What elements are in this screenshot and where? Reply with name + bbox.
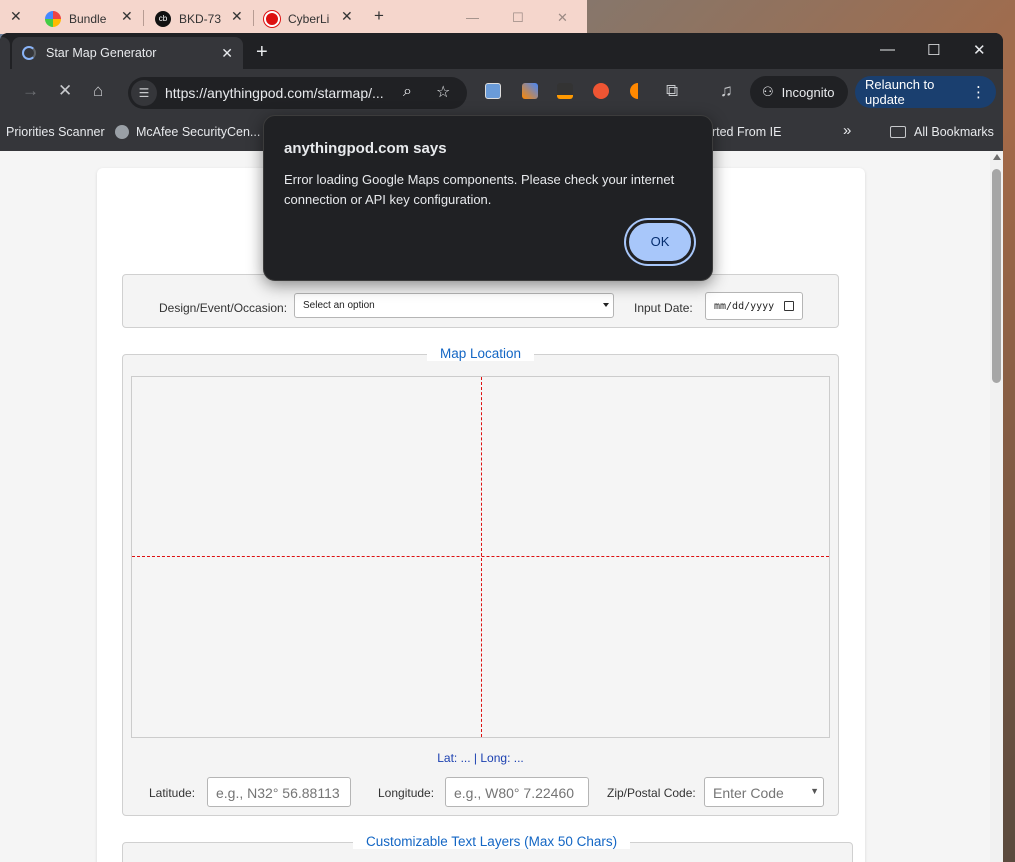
address-bar[interactable]: ☰ https://anythingpod.com/starmap/...: [128, 77, 467, 109]
date-placeholder: mm/dd/yyyy: [714, 301, 775, 312]
incognito-label: Incognito: [781, 84, 835, 100]
design-select-value: Select an option: [303, 300, 375, 311]
close-window-icon[interactable]: ✕: [557, 10, 568, 26]
maximize-icon[interactable]: ☐: [512, 10, 524, 26]
close-tab-icon[interactable]: ✕: [221, 45, 233, 62]
stop-loading-icon[interactable]: ✕: [58, 81, 72, 101]
close-tab-icon[interactable]: ✕: [341, 8, 353, 25]
bookmark-label: McAfee SecurityCen...: [136, 125, 261, 139]
maximize-icon[interactable]: ☐: [927, 41, 940, 59]
toolbar: → ✕ ⌂ ☰ https://anythingpod.com/starmap/…: [0, 69, 1003, 115]
longitude-placeholder: e.g., W80° 7.22460: [454, 785, 575, 801]
map-location-section: Map Location Lat: ... | Long: ... Latitu…: [122, 346, 839, 816]
extension-icon[interactable]: [557, 83, 573, 99]
bookmark-item[interactable]: orted From IE: [705, 125, 781, 139]
latitude-label: Latitude:: [149, 786, 196, 800]
orange-extension-icon[interactable]: [630, 83, 646, 99]
tab-label: BKD-73: [179, 12, 222, 26]
chevron-down-icon: [603, 303, 609, 307]
media-control-icon[interactable]: ♫: [720, 81, 733, 101]
close-tab-icon[interactable]: ✕: [10, 8, 22, 25]
map-location-legend: Map Location: [427, 346, 535, 361]
design-select[interactable]: Select an option: [294, 293, 614, 318]
bookmark-star-icon[interactable]: ☆: [436, 82, 450, 102]
folder-icon: [890, 126, 906, 138]
tab-label: CyberLi: [288, 12, 330, 26]
crosshair-horizontal: [132, 556, 829, 557]
minimize-icon[interactable]: —: [466, 10, 479, 25]
bookmark-label: Priorities Scanner: [6, 125, 105, 139]
all-bookmarks-button[interactable]: All Bookmarks: [890, 125, 994, 139]
home-icon[interactable]: ⌂: [93, 81, 103, 101]
longitude-input[interactable]: e.g., W80° 7.22460: [445, 777, 589, 807]
tab-bar: Star Map Generator ✕ + — ☐ ✕: [0, 33, 1003, 69]
dialog-message: Error loading Google Maps components. Pl…: [284, 172, 675, 207]
scroll-up-icon[interactable]: [993, 154, 1001, 160]
mi-extension-icon[interactable]: [593, 83, 609, 99]
lat-long-readout: Lat: ... | Long: ...: [437, 751, 524, 765]
cyberlink-favicon-icon: [264, 11, 280, 27]
crosshair-vertical: [481, 377, 482, 737]
minimize-icon[interactable]: —: [880, 41, 895, 58]
text-layers-legend: Customizable Text Layers (Max 50 Chars): [353, 834, 631, 849]
image-extension-icon[interactable]: [485, 83, 501, 99]
alert-dialog: anythingpod.com says Error loading Googl…: [263, 115, 713, 281]
globe-icon: [115, 125, 129, 139]
calendar-icon[interactable]: [784, 301, 794, 311]
incognito-indicator[interactable]: ⚇ Incognito: [750, 76, 848, 108]
chevron-down-icon: ▼: [810, 786, 819, 796]
dialog-title: anythingpod.com says: [284, 140, 447, 157]
bookmark-item[interactable]: Priorities Scanner: [6, 125, 105, 139]
tab-star-map-generator[interactable]: Star Map Generator ✕: [12, 37, 243, 69]
more-bookmarks-icon[interactable]: »: [843, 122, 851, 139]
zip-input[interactable]: Enter Code ▼: [704, 777, 824, 807]
date-input[interactable]: mm/dd/yyyy: [705, 292, 803, 320]
map-canvas[interactable]: [131, 376, 830, 738]
ok-button[interactable]: OK: [626, 220, 694, 264]
new-tab-icon[interactable]: +: [256, 41, 268, 64]
tab-label: Bundle: [69, 12, 107, 26]
background-window-tabstrip: ✕ Bundle ✕ cb BKD-73 ✕ CyberLi ✕ + — ☐ ✕: [0, 0, 587, 34]
design-label: Design/Event/Occasion:: [159, 301, 288, 315]
zip-label: Zip/Postal Code:: [607, 786, 696, 800]
background-tab-3[interactable]: CyberLi: [264, 7, 344, 31]
url-text[interactable]: https://anythingpod.com/starmap/...: [165, 85, 384, 101]
zoom-icon[interactable]: ⌕: [403, 83, 412, 101]
close-window-icon[interactable]: ✕: [973, 41, 986, 59]
loading-spinner-icon: [22, 46, 36, 60]
page-scrollbar[interactable]: [990, 151, 1003, 862]
longitude-label: Longitude:: [378, 786, 435, 800]
tab-stub[interactable]: [0, 37, 10, 69]
extensions-puzzle-icon[interactable]: ⧉: [666, 81, 678, 101]
text-layers-section: Customizable Text Layers (Max 50 Chars): [122, 834, 853, 862]
background-tab-2[interactable]: cb BKD-73: [155, 7, 235, 31]
incognito-icon: ⚇: [762, 84, 774, 99]
close-tab-icon[interactable]: ✕: [121, 8, 133, 25]
pen-extension-icon[interactable]: [522, 83, 538, 99]
bookmark-label: orted From IE: [705, 125, 782, 139]
new-tab-icon[interactable]: +: [374, 6, 384, 26]
tab-separator: [143, 10, 144, 26]
forward-icon[interactable]: →: [22, 81, 39, 101]
all-bookmarks-label: All Bookmarks: [914, 125, 994, 139]
bundle-favicon-icon: [45, 11, 61, 27]
latitude-placeholder: e.g., N32° 56.88113: [216, 785, 340, 801]
relaunch-label: Relaunch to update: [865, 77, 935, 107]
cb-favicon-icon: cb: [155, 11, 171, 27]
scroll-thumb[interactable]: [992, 169, 1001, 383]
date-label: Input Date:: [634, 301, 693, 315]
latitude-input[interactable]: e.g., N32° 56.88113: [207, 777, 351, 807]
bookmark-item[interactable]: McAfee SecurityCen...: [115, 125, 260, 139]
site-info-icon[interactable]: ☰: [131, 80, 157, 106]
close-tab-icon[interactable]: ✕: [231, 8, 243, 25]
tab-separator: [253, 10, 254, 26]
menu-dots-icon[interactable]: ⋮: [971, 83, 986, 101]
relaunch-to-update-button[interactable]: Relaunch to update ⋮: [855, 76, 996, 108]
design-date-section: Design/Event/Occasion: Select an option …: [122, 274, 839, 328]
zip-placeholder: Enter Code: [713, 785, 784, 801]
tab-title: Star Map Generator: [46, 46, 157, 60]
